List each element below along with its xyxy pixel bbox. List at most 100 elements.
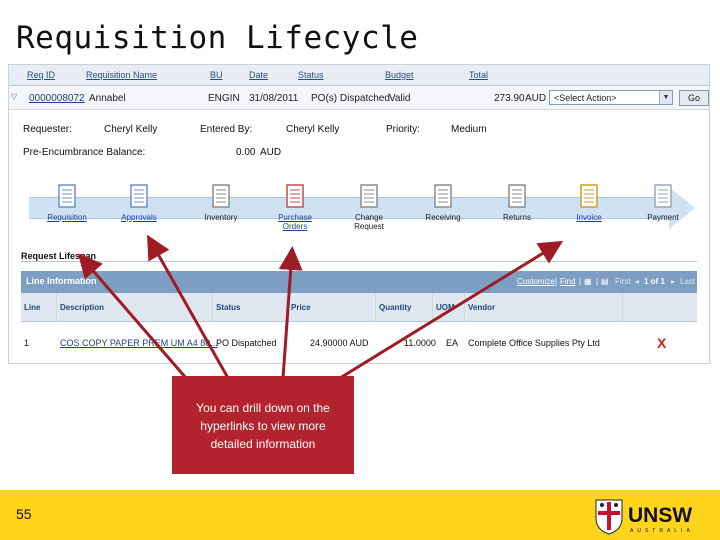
lifecycle-step-inventory: Inventory (189, 183, 253, 222)
lifecycle-step-requisition[interactable]: Requisition (35, 183, 99, 222)
column-header-requisition-name[interactable]: Requisition Name (86, 70, 157, 80)
prev-page-icon[interactable]: ◂ (635, 277, 639, 286)
grid-column-quantity: Quantity (379, 303, 412, 312)
column-header-budget[interactable]: Budget (385, 70, 414, 80)
budget-status: Valid (389, 93, 411, 104)
row-status: PO Dispatched (216, 338, 277, 348)
lifecycle-step-label: Payment (631, 213, 695, 222)
req-id-link[interactable]: 0000008072 (29, 93, 85, 104)
step-label-line: Payment (647, 213, 679, 222)
find-link[interactable]: Find (560, 277, 576, 286)
grid-column-description: Description (60, 303, 105, 312)
divider (21, 261, 697, 262)
grid-column-uom: UOM (436, 303, 455, 312)
last-page-link[interactable]: Last (680, 277, 695, 286)
slide-title: Requisition Lifecycle (16, 20, 419, 56)
receiving-icon (434, 184, 452, 208)
action-select-value: <Select Action> (554, 93, 617, 103)
purchase-order-icon[interactable] (284, 183, 306, 209)
lifecycle-step-label: Inventory (189, 213, 253, 222)
nav-separator: | (555, 277, 558, 286)
lifecycle-step-invoice[interactable]: Invoice (557, 183, 621, 222)
requisition-screenshot: Req ID Requisition Name BU Date Status B… (8, 64, 710, 364)
svg-text:UNSW: UNSW (628, 504, 692, 527)
requisition-status: PO(s) Dispatched (311, 93, 390, 104)
requisition-header-row: Req ID Requisition Name BU Date Status B… (9, 65, 709, 86)
customize-link[interactable]: Customize (517, 277, 555, 286)
pre-encumbrance-amount: 0.00 (236, 147, 256, 158)
lifecycle-step-label[interactable]: Purchase Orders (263, 213, 327, 231)
lifecycle-step-receiving: Receiving (411, 183, 475, 222)
lifecycle-step-label[interactable]: Invoice (557, 213, 621, 222)
document-icon[interactable] (56, 183, 78, 209)
page-number: 55 (16, 506, 32, 522)
grid-column-status: Status (216, 303, 241, 312)
column-header-req-id[interactable]: Req ID (27, 70, 55, 80)
column-header-bu[interactable]: BU (210, 70, 223, 80)
grid-column-vendor: Vendor (468, 303, 496, 312)
download-icon[interactable]: ▤ (601, 277, 609, 286)
view-all-icon[interactable]: ▦ (584, 277, 592, 286)
lifecycle-step-label: Receiving (411, 213, 475, 222)
lifecycle-step-label: Returns (485, 213, 549, 222)
step-label-line: Orders (282, 222, 308, 231)
svg-text:AUSTRALIA: AUSTRALIA (630, 528, 694, 534)
go-button[interactable]: Go (679, 90, 709, 106)
lifecycle-step-label[interactable]: Requisition (35, 213, 99, 222)
next-page-icon[interactable]: ▸ (671, 277, 675, 286)
column-header-date[interactable]: Date (249, 70, 268, 80)
lifecycle-step-approvals[interactable]: Approvals (107, 183, 171, 222)
lifecycle-step-change: Change Request (337, 183, 401, 231)
unsw-logo: UNSW AUSTRALIA (595, 499, 694, 535)
business-unit: ENGIN (208, 93, 240, 104)
step-label-line: Requisition (47, 213, 87, 222)
row-uom: EA (446, 338, 459, 348)
row-line-number: 1 (24, 338, 30, 348)
lifecycle-step-returns: Returns (485, 183, 549, 222)
first-page-link[interactable]: First (615, 277, 631, 286)
step-label-line: Change (354, 213, 384, 222)
payment-icon (654, 184, 672, 208)
nav-separator: | (596, 277, 599, 286)
requisition-summary-row: ▽ 0000008072 Annabel ENGIN 31/08/2011 PO… (9, 87, 709, 110)
entered-by-label: Entered By: (200, 124, 253, 135)
column-header-status[interactable]: Status (298, 70, 324, 80)
action-select[interactable]: <Select Action> ▼ (549, 90, 673, 105)
request-lifespan-title: Request Lifespan (21, 251, 97, 261)
row-description-link[interactable]: COS COPY PAPER PREM UM A4 80... (60, 338, 218, 348)
line-grid-header: Line Description Status Price Quantity U… (21, 293, 697, 322)
lifecycle-step-payment: Payment (631, 183, 695, 222)
inventory-icon (212, 184, 230, 208)
callout-text-line: detailed information (210, 437, 316, 451)
callout-text-line: You can drill down on the (196, 401, 330, 415)
step-label-line: Purchase (278, 213, 312, 222)
returns-icon (508, 184, 526, 208)
requisition-name: Annabel (89, 93, 126, 104)
checked-document-icon[interactable] (128, 183, 150, 209)
nav-separator: | (579, 277, 582, 286)
column-header-total[interactable]: Total (469, 70, 488, 80)
callout-text-line: hyperlinks to view more (200, 419, 326, 433)
lifecycle-step-purchase[interactable]: Purchase Orders (263, 183, 327, 231)
callout-box: You can drill down on the hyperlinks to … (172, 376, 354, 474)
requisition-total: 273.90 (494, 93, 525, 104)
chevron-down-icon[interactable]: ▼ (659, 91, 672, 104)
grid-column-line: Line (24, 303, 41, 312)
lifecycle-step-label: Change Request (337, 213, 401, 231)
step-label-line: Invoice (576, 213, 602, 222)
step-label-line: Approvals (121, 213, 157, 222)
page-info: 1 of 1 (644, 277, 665, 286)
collapse-arrow-icon[interactable]: ▽ (11, 92, 17, 101)
invoice-icon[interactable] (578, 183, 600, 209)
change-request-icon (360, 184, 378, 208)
slide-footer: 55 UNSW AUSTRALIA (0, 490, 720, 540)
requisition-date: 31/08/2011 (249, 93, 299, 104)
entered-by-value: Cheryl Kelly (286, 124, 340, 135)
total-currency: AUD (525, 93, 547, 104)
row-price: 24.90000 AUD (310, 338, 369, 348)
row-vendor: Complete Office Supplies Pty Ltd (468, 338, 600, 348)
step-label-line: Receiving (425, 213, 461, 222)
requester-label: Requester: (23, 124, 72, 135)
lifecycle-step-label[interactable]: Approvals (107, 213, 171, 222)
delete-x-icon[interactable]: X (657, 335, 666, 351)
